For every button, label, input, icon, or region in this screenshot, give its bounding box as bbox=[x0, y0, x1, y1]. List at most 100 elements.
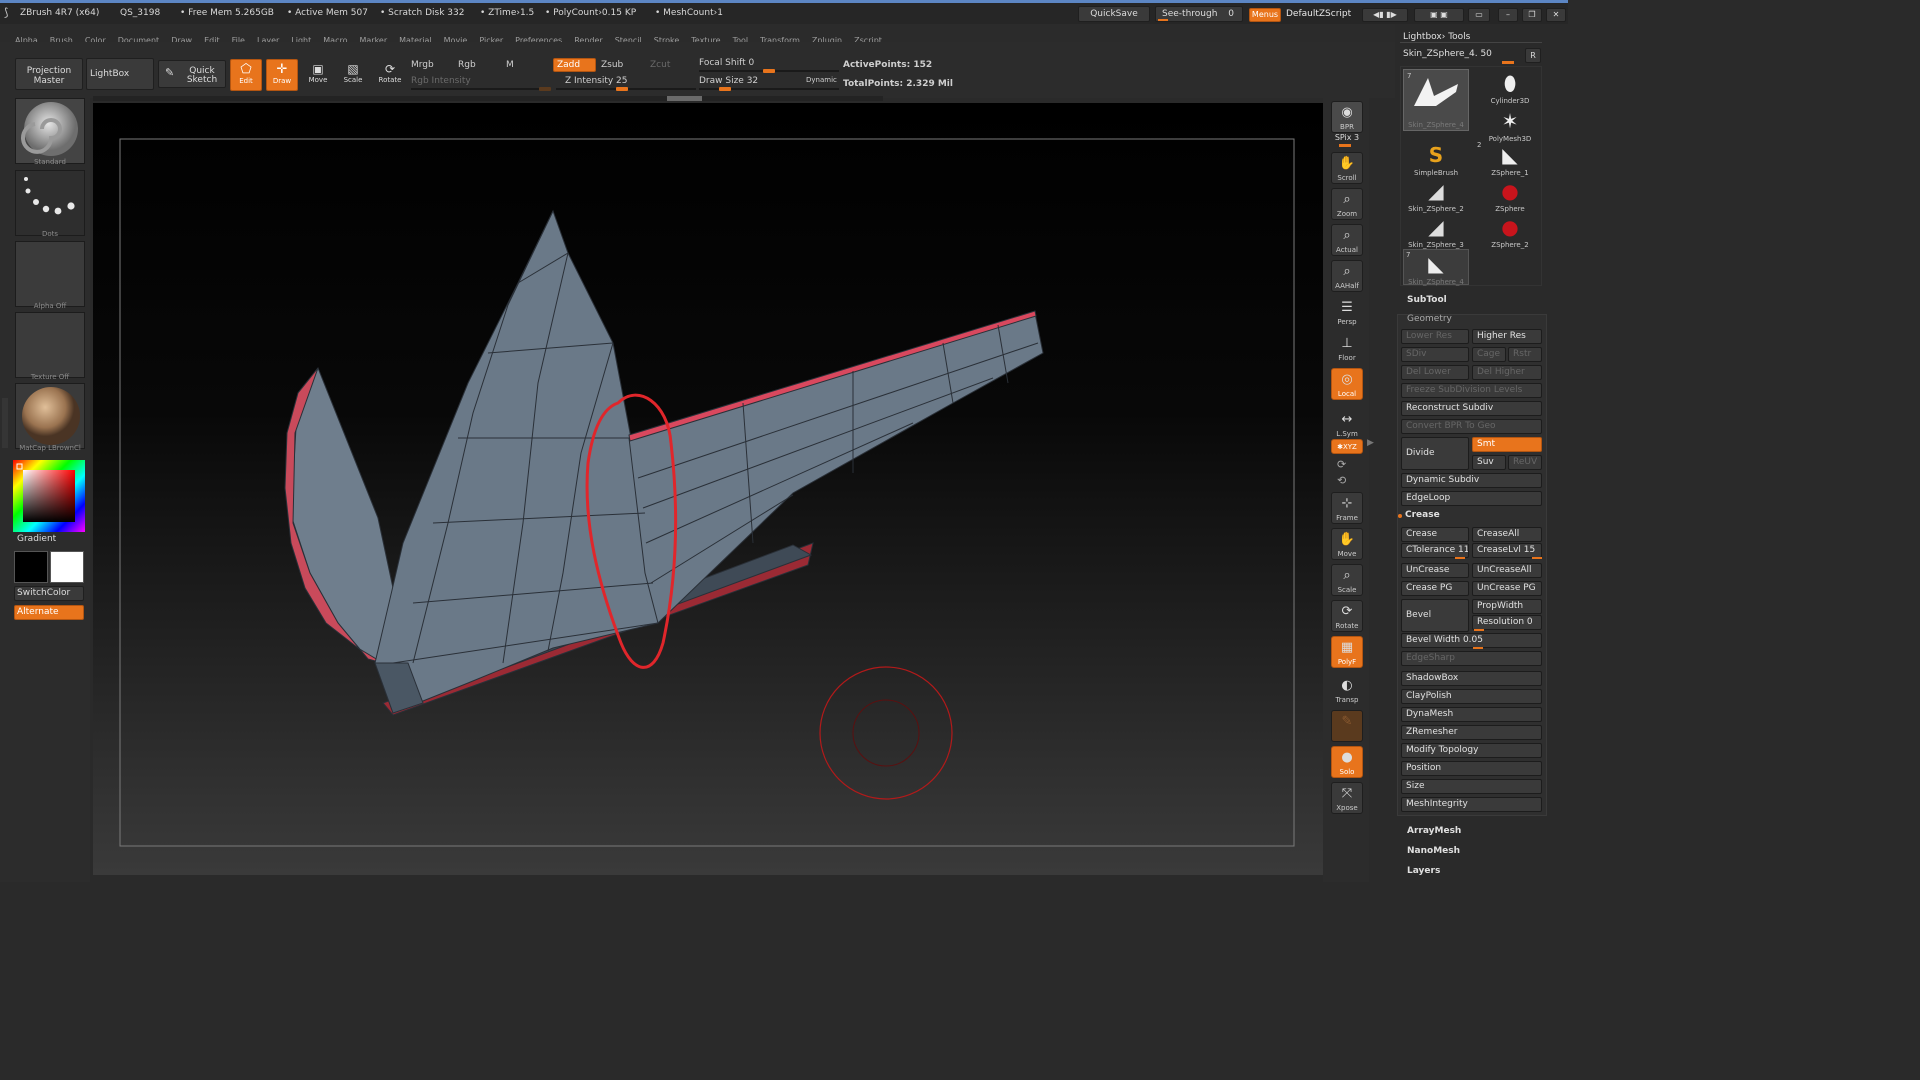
modify-topology-button[interactable]: Modify Topology bbox=[1401, 743, 1542, 758]
rstr-button[interactable]: Rstr bbox=[1508, 347, 1542, 362]
shelf-scrollbar[interactable] bbox=[93, 96, 883, 101]
crease-section-header[interactable]: Crease bbox=[1405, 510, 1440, 520]
resolution-knob[interactable] bbox=[1474, 629, 1484, 631]
tool-polymesh3d[interactable]: ✶ PolyMesh3D bbox=[1477, 107, 1543, 143]
size-button[interactable]: Size bbox=[1401, 779, 1542, 794]
arraymesh-header[interactable]: ArrayMesh bbox=[1407, 826, 1461, 836]
texture-thumbnail[interactable] bbox=[15, 312, 85, 378]
lock-icon[interactable]: ▭ bbox=[1468, 8, 1490, 22]
switch-color-button[interactable]: SwitchColor bbox=[14, 586, 84, 601]
higher-res-button[interactable]: Higher Res bbox=[1472, 329, 1542, 344]
restore-icon[interactable]: ❐ bbox=[1522, 8, 1542, 22]
rgb-intensity-slider[interactable]: Rgb Intensity bbox=[411, 76, 471, 86]
lightbox-button[interactable]: LightBox bbox=[86, 58, 154, 90]
local-button[interactable]: ◎ Local bbox=[1331, 368, 1363, 400]
r-button[interactable]: R bbox=[1525, 48, 1541, 63]
frame-button[interactable]: ⊹ Frame bbox=[1331, 492, 1363, 524]
floor-button[interactable]: ⊥ Floor bbox=[1331, 332, 1363, 364]
actual-button[interactable]: ⌕ Actual bbox=[1331, 224, 1363, 256]
del-higher-button[interactable]: Del Higher bbox=[1472, 365, 1542, 380]
focal-shift-slider[interactable]: Focal Shift 0 bbox=[699, 58, 754, 68]
transp-button[interactable]: ◐ Transp bbox=[1331, 674, 1363, 706]
scroll-button[interactable]: ✋ Scroll bbox=[1331, 152, 1363, 184]
main-color-swatch[interactable] bbox=[50, 551, 84, 583]
alternate-button[interactable]: Alternate bbox=[14, 605, 84, 620]
minimize-icon[interactable]: – bbox=[1498, 8, 1518, 22]
draw-size-slider[interactable]: Draw Size 32 bbox=[699, 76, 758, 86]
geometry-header[interactable]: Geometry bbox=[1407, 314, 1452, 324]
spix-slider[interactable]: SPix 3 bbox=[1329, 133, 1365, 142]
suv-toggle[interactable]: Suv bbox=[1472, 455, 1506, 470]
nav-scale-button[interactable]: ⌕ Scale bbox=[1331, 564, 1363, 596]
tool-zsphere-1[interactable]: 2 ◣ ZSphere_1 bbox=[1477, 141, 1543, 177]
uncrease-button[interactable]: UnCrease bbox=[1401, 563, 1469, 578]
polyf-button[interactable]: ▦ PolyF bbox=[1331, 636, 1363, 668]
convert-bpr-button[interactable]: Convert BPR To Geo bbox=[1401, 419, 1542, 434]
color-wheel-icon[interactable] bbox=[13, 460, 85, 532]
default-zscript[interactable]: DefaultZScript bbox=[1286, 9, 1351, 19]
xyz-button[interactable]: ✱XYZ bbox=[1331, 439, 1363, 454]
rotate-y-icon[interactable]: ⟳ bbox=[1337, 458, 1346, 471]
tool-zsphere-2[interactable]: ● ZSphere_2 bbox=[1477, 213, 1543, 249]
material-thumbnail[interactable] bbox=[15, 383, 85, 449]
aahalf-button[interactable]: ⌕ AAHalf bbox=[1331, 260, 1363, 292]
brush-thumbnail[interactable] bbox=[15, 98, 85, 164]
tool-skin-zsphere-2[interactable]: ◢ Skin_ZSphere_2 bbox=[1403, 177, 1469, 213]
tool-zsphere[interactable]: ● ZSphere bbox=[1477, 177, 1543, 213]
dynamic-subdiv-button[interactable]: Dynamic Subdiv bbox=[1401, 473, 1542, 488]
claypolish-button[interactable]: ClayPolish bbox=[1401, 689, 1542, 704]
left-tray-handle[interactable] bbox=[2, 398, 8, 448]
z-intensity-slider[interactable]: Z Intensity 25 bbox=[565, 76, 628, 86]
bevel-width-slider[interactable]: Bevel Width 0.05 bbox=[1401, 633, 1542, 648]
nav-rotate-button[interactable]: ⟳ Rotate bbox=[1331, 600, 1363, 632]
crease-all-button[interactable]: CreaseAll bbox=[1472, 527, 1542, 542]
zoom-button[interactable]: ⌕ Zoom bbox=[1331, 188, 1363, 220]
alpha-thumbnail[interactable] bbox=[15, 241, 85, 307]
m-button[interactable]: M bbox=[506, 60, 514, 70]
edit-button[interactable]: ⬠ Edit bbox=[230, 59, 262, 91]
zadd-button[interactable]: Zadd bbox=[553, 58, 596, 72]
canvas-viewport[interactable] bbox=[93, 103, 1323, 875]
draw-button[interactable]: ✛ Draw bbox=[266, 59, 298, 91]
menus-button[interactable]: Menus bbox=[1249, 8, 1281, 22]
zremesher-button[interactable]: ZRemesher bbox=[1401, 725, 1542, 740]
move-button[interactable]: ▣ Move bbox=[302, 59, 334, 91]
scale-button[interactable]: ▧ Scale bbox=[337, 59, 369, 91]
freeze-subdivision-button[interactable]: Freeze SubDivision Levels bbox=[1401, 383, 1542, 398]
creaselvl-slider[interactable]: CreaseLvl 15 bbox=[1472, 543, 1542, 558]
right-tray-arrow-icon[interactable]: ▶ bbox=[1367, 438, 1374, 448]
crease-pg-button[interactable]: Crease PG bbox=[1401, 581, 1469, 596]
divide-button[interactable]: Divide bbox=[1401, 437, 1469, 470]
bpr-button[interactable]: ◉ BPR bbox=[1331, 101, 1363, 133]
mrgb-button[interactable]: Mrgb bbox=[411, 60, 434, 70]
tray-toggle-icon[interactable]: ◀▮ ▮▶ bbox=[1362, 8, 1408, 22]
resolution-slider[interactable]: Resolution 0 bbox=[1472, 615, 1542, 630]
crease-button[interactable]: Crease bbox=[1401, 527, 1469, 542]
smt-toggle[interactable]: Smt bbox=[1472, 437, 1542, 452]
rotate-button[interactable]: ⟳ Rotate bbox=[374, 59, 406, 91]
zsub-button[interactable]: Zsub bbox=[601, 60, 623, 70]
projection-master-button[interactable]: Projection Master bbox=[15, 58, 83, 90]
nav-move-button[interactable]: ✋ Move bbox=[1331, 528, 1363, 560]
see-through-slider[interactable]: See-through 0 bbox=[1155, 6, 1243, 22]
draw-size-track[interactable] bbox=[699, 87, 839, 91]
stroke-thumbnail[interactable] bbox=[15, 170, 85, 236]
quicksave-button[interactable]: QuickSave bbox=[1078, 6, 1150, 22]
zcut-button[interactable]: Zcut bbox=[650, 60, 670, 70]
gradient-label[interactable]: Gradient bbox=[17, 534, 56, 544]
secondary-color-swatch[interactable] bbox=[14, 551, 48, 583]
nanomesh-header[interactable]: NanoMesh bbox=[1407, 846, 1460, 856]
tool-simplebrush[interactable]: S SimpleBrush bbox=[1403, 141, 1469, 177]
solo-button[interactable]: ● Solo bbox=[1331, 746, 1363, 778]
quick-sketch-button[interactable]: ✎ Quick Sketch bbox=[158, 60, 226, 88]
sdiv-slider[interactable]: SDiv bbox=[1401, 347, 1469, 362]
dynamic-toggle[interactable]: Dynamic bbox=[806, 76, 837, 84]
rgb-intensity-track[interactable] bbox=[411, 87, 551, 91]
z-intensity-track[interactable] bbox=[556, 87, 696, 91]
subtool-header[interactable]: SubTool bbox=[1407, 295, 1447, 305]
lower-res-button[interactable]: Lower Res bbox=[1401, 329, 1469, 344]
tool-skin-zsphere-4-b[interactable]: 7 ◣ Skin_ZSphere_4 bbox=[1403, 249, 1469, 286]
dynamesh-button[interactable]: DynaMesh bbox=[1401, 707, 1542, 722]
xpose-button[interactable]: ⤧ Xpose bbox=[1331, 782, 1363, 814]
uncrease-all-button[interactable]: UnCreaseAll bbox=[1472, 563, 1542, 578]
